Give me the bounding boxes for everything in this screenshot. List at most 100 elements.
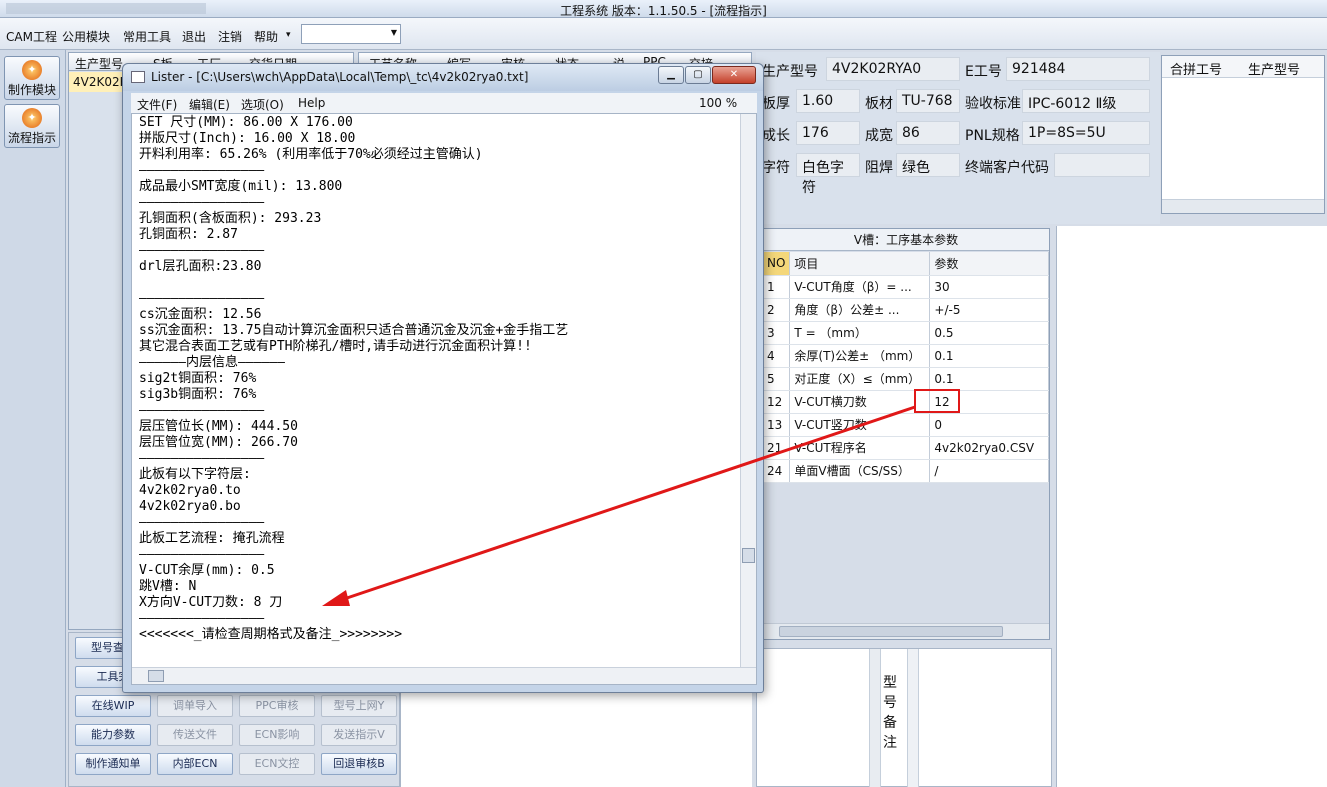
right-empty-area xyxy=(1056,226,1327,787)
cell-no: 4 xyxy=(763,344,791,368)
table-row[interactable]: 24 单面V槽面（CS/SS） / xyxy=(763,459,1049,483)
lister-menu-edit[interactable]: 编辑(E) xyxy=(189,96,230,113)
lister-menubar: 文件(F) 编辑(E) 选项(O) Help 100 % xyxy=(131,93,757,113)
lister-line: ———————————————— xyxy=(139,291,265,306)
cell-param: 0 xyxy=(929,413,1049,437)
lister-line: ———————————————— xyxy=(139,163,265,178)
cell-param: 30 xyxy=(929,275,1049,299)
ppc-review-button[interactable]: PPC审核 xyxy=(239,695,315,717)
prod-no-field[interactable]: 4V2K02RYA0 xyxy=(826,57,960,81)
scroll-thumb[interactable] xyxy=(779,626,1003,637)
product-info-panel: 生产型号 4V2K02RYA0 E工号 921484 板厚 1.60 板材 TU… xyxy=(756,52,1160,224)
minimize-icon[interactable]: ▁ xyxy=(658,66,684,84)
cell-item: V-CUT程序名 xyxy=(789,436,931,460)
lister-line: V-CUT余厚(mm): 0.5 xyxy=(139,563,275,578)
table-row[interactable]: 3T = （mm） 0.5 xyxy=(763,321,1049,345)
internal-ecn-button[interactable]: 内部ECN xyxy=(157,753,233,775)
lister-line: ———————————————— xyxy=(139,547,265,562)
standard-field[interactable]: IPC-6012 Ⅱ级 xyxy=(1022,89,1150,113)
online-wip-button[interactable]: 在线WIP xyxy=(75,695,151,717)
lister-line: 此板工艺流程: 掩孔流程 xyxy=(139,531,285,546)
lister-hscroll[interactable] xyxy=(132,667,756,684)
capability-params-button[interactable]: 能力参数 xyxy=(75,724,151,746)
scroll-thumb[interactable] xyxy=(742,548,755,563)
import-order-button[interactable]: 调单导入 xyxy=(157,695,233,717)
lister-menu-help[interactable]: Help xyxy=(298,96,325,110)
pnl-field[interactable]: 1P=8S=5U xyxy=(1022,121,1150,145)
ecn-doc-control-button[interactable]: ECN文控 xyxy=(239,753,315,775)
col-merge-no[interactable]: 合拼工号 xyxy=(1170,59,1222,78)
nav-make-module[interactable]: ✦ 制作模块 xyxy=(4,56,60,100)
table-row[interactable]: 5 对正度（X）≤（mm） 0.1 xyxy=(763,367,1049,391)
lister-menu-options[interactable]: 选项(O) xyxy=(241,96,284,113)
menu-logout[interactable]: 注销 xyxy=(218,28,242,45)
lister-line: ss沉金面积: 13.75自动计算沉金面积只适合普通沉金及沉金+金手指工艺 xyxy=(139,323,569,338)
cell-item: 角度（β）公差± ... xyxy=(789,298,931,322)
menu-help[interactable]: 帮助 xyxy=(254,28,278,45)
mask-field[interactable]: 绿色 xyxy=(896,153,960,177)
char-label: 字符 xyxy=(762,160,790,176)
width-field[interactable]: 86 xyxy=(896,121,960,145)
table-row[interactable]: 13 V-CUT竖刀数 0 xyxy=(763,413,1049,437)
menu-common-module[interactable]: 公用模块 xyxy=(62,28,110,45)
rollback-review-button[interactable]: 回退审核B xyxy=(321,753,397,775)
ecn-impact-button[interactable]: ECN影响 xyxy=(239,724,315,746)
memo-scrollbar[interactable] xyxy=(869,649,881,787)
send-instruction-button[interactable]: 发送指示V xyxy=(321,724,397,746)
material-field[interactable]: TU-768 xyxy=(896,89,960,113)
cell-param: +/-5 xyxy=(929,298,1049,322)
lister-text-area[interactable]: SET 尺寸(MM): 86.00 X 176.00 拼版尺寸(Inch): 16… xyxy=(131,113,757,685)
lister-line: 层压管位长(MM): 444.50 xyxy=(139,419,298,434)
lister-line: ———————————————— xyxy=(139,243,265,258)
char-field[interactable]: 白色字符 xyxy=(796,153,860,196)
lister-text: SET 尺寸(MM): 86.00 X 176.00 拼版尺寸(Inch): 16… xyxy=(139,115,739,643)
lister-line: ———————————————— xyxy=(139,403,265,418)
menu-common-tools[interactable]: 常用工具 xyxy=(123,28,171,45)
menu-exit[interactable]: 退出 xyxy=(182,28,206,45)
vgroove-hscroll[interactable] xyxy=(763,623,1049,639)
merge-hscroll[interactable] xyxy=(1162,199,1324,213)
col-prod-no[interactable]: 生产型号 xyxy=(75,55,123,72)
length-label: 成长 xyxy=(762,128,790,144)
col-no[interactable]: NO xyxy=(763,252,791,276)
lister-line: sig3b铜面积: 76% xyxy=(139,387,257,402)
nav-flow-instruction[interactable]: ✦ 流程指示 xyxy=(4,104,60,148)
send-file-button[interactable]: 传送文件 xyxy=(157,724,233,746)
scroll-thumb[interactable] xyxy=(148,670,164,682)
lister-titlebar[interactable]: Lister - [C:\Users\wch\AppData\Local\Tem… xyxy=(123,64,763,91)
table-row[interactable]: 4 余厚(T)公差± （mm） 0.1 xyxy=(763,344,1049,368)
cell-item: 余厚(T)公差± （mm） xyxy=(789,344,931,368)
lister-line: 拼版尺寸(Inch): 16.00 X 18.00 xyxy=(139,131,356,146)
help-dropdown-icon[interactable]: ▾ xyxy=(286,30,291,40)
close-icon[interactable]: ✕ xyxy=(712,66,756,84)
cell-no: 13 xyxy=(763,413,791,437)
lister-menu-file[interactable]: 文件(F) xyxy=(137,96,177,113)
maximize-icon[interactable]: ▢ xyxy=(685,66,711,84)
model-online-button[interactable]: 型号上网Y xyxy=(321,695,397,717)
lister-vscroll[interactable] xyxy=(740,114,756,668)
standard-label: 验收标准 xyxy=(965,96,1021,112)
table-row[interactable]: 12 V-CUT横刀数 12 xyxy=(763,390,1049,414)
table-row[interactable]: 21 V-CUT程序名 4v2k02rya0.CSV xyxy=(763,436,1049,460)
customer-field[interactable] xyxy=(1054,153,1150,177)
pnl-label: PNL规格 xyxy=(965,128,1020,144)
col-merge-prod[interactable]: 生产型号 xyxy=(1248,59,1300,78)
lister-line: ———————————————— xyxy=(139,195,265,210)
table-row[interactable]: 2 角度（β）公差± ... +/-5 xyxy=(763,298,1049,322)
length-field[interactable]: 176 xyxy=(796,121,860,145)
cell-param: / xyxy=(929,459,1049,483)
thickness-field[interactable]: 1.60 xyxy=(796,89,860,113)
lister-window: Lister - [C:\Users\wch\AppData\Local\Tem… xyxy=(122,63,764,693)
memo-divider xyxy=(907,649,919,787)
col-param[interactable]: 参数 xyxy=(929,252,1049,276)
left-nav: ✦ 制作模块 ✦ 流程指示 xyxy=(0,50,66,787)
e-no-field[interactable]: 921484 xyxy=(1006,57,1150,81)
menu-cam[interactable]: CAM工程 xyxy=(6,28,57,45)
table-row[interactable]: 1 V-CUT角度（β）= ... 30 xyxy=(763,275,1049,299)
make-notice-button[interactable]: 制作通知单 xyxy=(75,753,151,775)
toolbar-combo[interactable]: ▼ xyxy=(301,24,401,44)
col-item[interactable]: 项目 xyxy=(789,252,931,276)
cell-item: V-CUT竖刀数 xyxy=(789,413,931,437)
model-memo-panel: 型号备注 xyxy=(756,648,1052,787)
e-no-label: E工号 xyxy=(965,64,1002,80)
